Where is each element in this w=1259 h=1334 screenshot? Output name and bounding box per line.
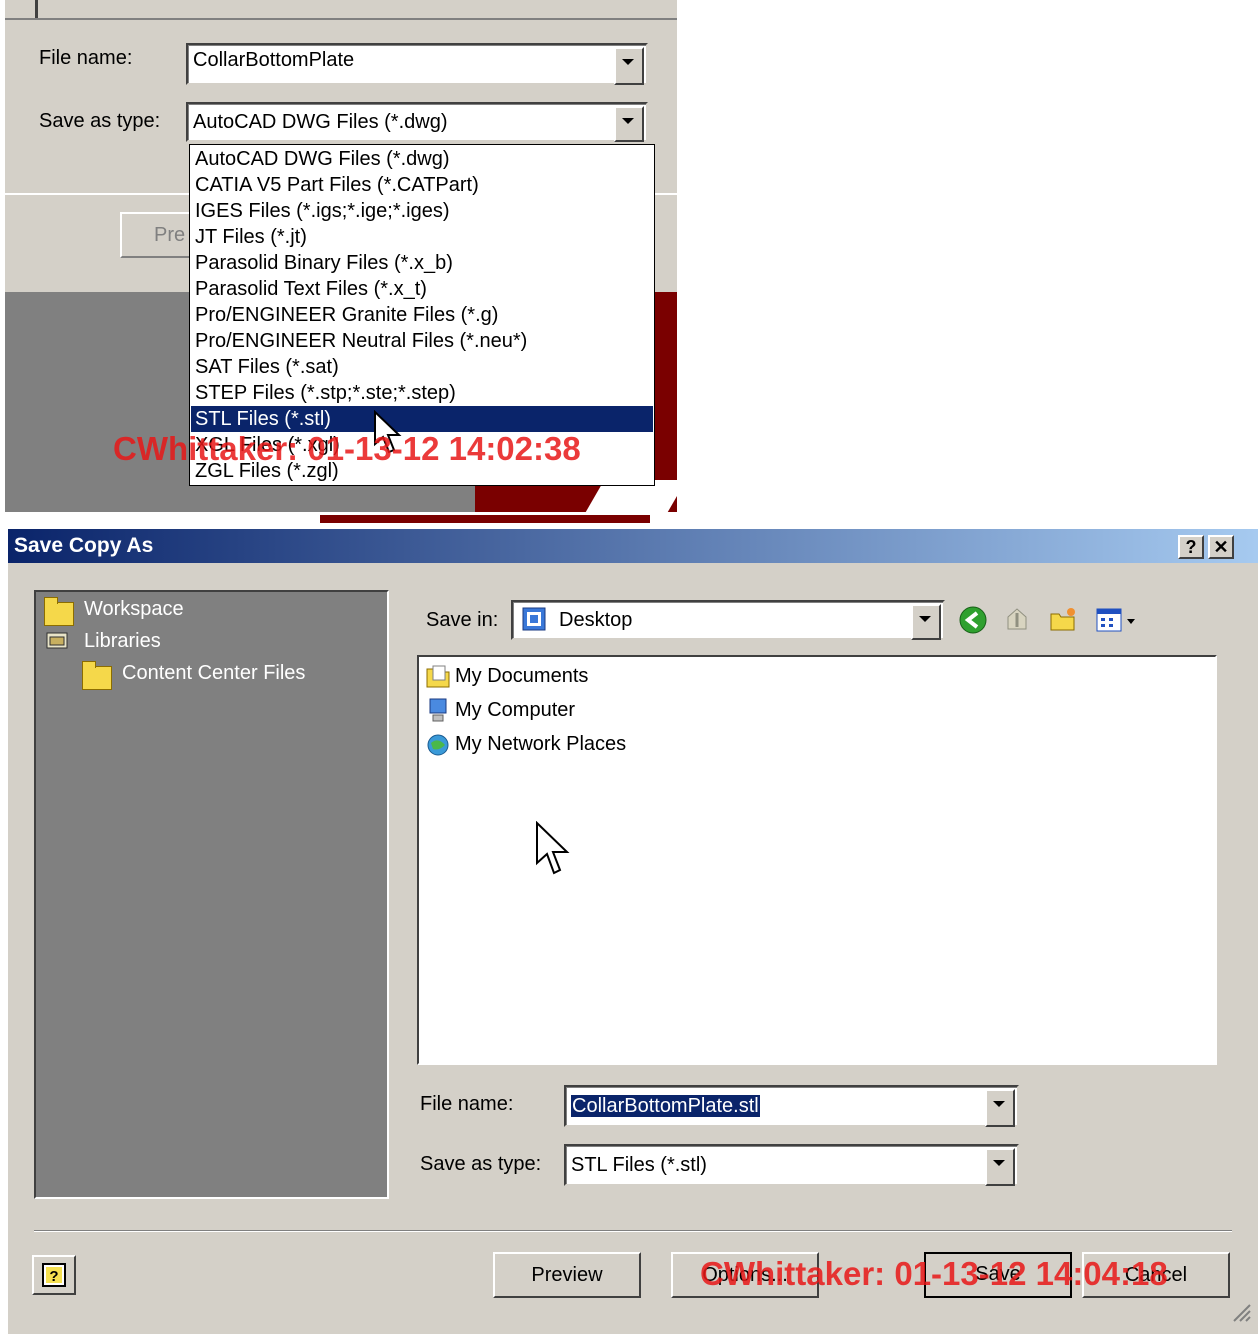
- save-as-type-combo[interactable]: STL Files (*.stl): [564, 1144, 1019, 1186]
- dropdown-option[interactable]: SAT Files (*.sat): [191, 354, 653, 380]
- help-icon: ?: [42, 1263, 66, 1287]
- dropdown-option[interactable]: Parasolid Binary Files (*.x_b): [191, 250, 653, 276]
- dropdown-option-selected[interactable]: STL Files (*.stl): [191, 406, 653, 432]
- title-bar: Save Copy As ? ✕: [8, 529, 1258, 563]
- desktop-icon: [522, 607, 546, 631]
- list-item-label: My Network Places: [455, 733, 627, 755]
- tree-item-label: Content Center Files: [122, 662, 306, 684]
- folder-icon: [44, 597, 74, 626]
- chevron-down-icon[interactable]: [985, 1148, 1015, 1186]
- my-network-places-icon: [427, 734, 449, 756]
- dropdown-option[interactable]: IGES Files (*.igs;*.ige;*.iges): [191, 198, 653, 224]
- save-in-combo[interactable]: Desktop: [511, 600, 945, 640]
- close-button[interactable]: ✕: [1208, 535, 1234, 559]
- dropdown-option[interactable]: STEP Files (*.stp;*.ste;*.step): [191, 380, 653, 406]
- chevron-down-icon[interactable]: [985, 1089, 1015, 1127]
- help-button[interactable]: ?: [32, 1255, 76, 1295]
- model-part-strip: [320, 515, 650, 523]
- save-in-label: Save in:: [426, 609, 499, 631]
- my-documents-icon: [426, 665, 450, 688]
- chevron-down-icon[interactable]: [911, 604, 941, 640]
- library-icon: [46, 632, 68, 649]
- dropdown-option[interactable]: Pro/ENGINEER Granite Files (*.g): [191, 302, 653, 328]
- divider: [34, 1231, 1232, 1232]
- file-name-combo[interactable]: CollarBottomPlate: [186, 43, 648, 85]
- dialog-title: Save Copy As: [14, 534, 154, 557]
- save-copy-as-dialog: Save Copy As ? ✕ Workspace Libraries Con…: [8, 529, 1258, 1334]
- file-name-combo[interactable]: CollarBottomPlate.stl: [564, 1085, 1019, 1127]
- save-as-type-value: AutoCAD DWG Files (*.dwg): [193, 111, 448, 133]
- mouse-cursor-icon: [536, 821, 570, 875]
- save-as-type-value: STL Files (*.stl): [571, 1154, 707, 1176]
- save-as-type-label: Save as type:: [39, 110, 161, 132]
- up-folder-icon[interactable]: [1002, 605, 1032, 635]
- save-as-type-label: Save as type:: [420, 1153, 542, 1175]
- earlier-dialog-crop: File name: CollarBottomPlate Save as typ…: [5, 0, 677, 512]
- dropdown-option[interactable]: AutoCAD DWG Files (*.dwg): [191, 146, 653, 172]
- view-menu-icon[interactable]: [1095, 605, 1139, 635]
- help-title-button[interactable]: ?: [1178, 535, 1204, 559]
- my-computer-icon: [429, 698, 447, 722]
- list-item-label: My Computer: [455, 699, 576, 721]
- save-in-value: Desktop: [559, 609, 633, 631]
- file-list[interactable]: My Documents My Computer My Network Plac…: [417, 655, 1217, 1065]
- frame-edge: [35, 0, 38, 18]
- save-as-type-combo[interactable]: AutoCAD DWG Files (*.dwg): [186, 102, 648, 142]
- chevron-down-icon[interactable]: [614, 47, 644, 85]
- dropdown-option[interactable]: Parasolid Text Files (*.x_t): [191, 276, 653, 302]
- preview-label: Pre: [154, 224, 186, 246]
- file-name-value: CollarBottomPlate: [193, 49, 355, 71]
- watermark-text: CWhittaker: 01-13-12 14:04:18: [700, 1255, 1168, 1292]
- dropdown-option[interactable]: JT Files (*.jt): [191, 224, 653, 250]
- list-item-label: My Documents: [455, 665, 589, 687]
- file-name-label: File name:: [39, 47, 133, 69]
- chevron-down-icon[interactable]: [614, 106, 644, 142]
- watermark-text: CWhittaker: 01-13-12 14:02:38: [113, 430, 581, 467]
- svg-text:?: ?: [49, 1268, 58, 1285]
- tree-item-label: Workspace: [84, 598, 184, 620]
- dropdown-option[interactable]: Pro/ENGINEER Neutral Files (*.neu*): [191, 328, 653, 354]
- tree-item-label: Libraries: [84, 630, 161, 652]
- back-icon[interactable]: [958, 605, 988, 635]
- file-name-value[interactable]: CollarBottomPlate.stl: [571, 1095, 760, 1117]
- location-pane[interactable]: Workspace Libraries Content Center Files: [34, 590, 389, 1199]
- divider: [5, 18, 677, 20]
- file-name-label: File name:: [420, 1093, 514, 1115]
- new-folder-icon[interactable]: [1048, 605, 1078, 635]
- preview-button[interactable]: Preview: [493, 1252, 641, 1298]
- dropdown-option[interactable]: CATIA V5 Part Files (*.CATPart): [191, 172, 653, 198]
- folder-icon: [82, 661, 112, 690]
- resize-grip-icon[interactable]: [1228, 1299, 1252, 1323]
